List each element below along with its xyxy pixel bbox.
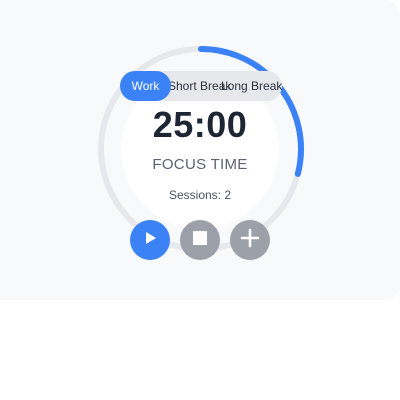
add-session-button[interactable]: [230, 220, 270, 260]
tab-long-break[interactable]: Long Break: [221, 71, 282, 101]
timer-display: 25:00: [152, 104, 248, 145]
stop-button[interactable]: [180, 220, 220, 260]
tab-work[interactable]: Work: [120, 71, 171, 101]
play-button[interactable]: [130, 220, 170, 260]
timer-card: 25:00 FOCUS TIME Sessions: 2 Short Break…: [0, 0, 400, 300]
plus-icon: [240, 228, 260, 253]
sessions-count: Sessions: 2: [168, 188, 232, 202]
stop-icon: [193, 230, 207, 250]
mode-label: FOCUS TIME: [152, 156, 248, 173]
play-icon: [142, 230, 158, 251]
mode-tabs: Short Break Long Break Work: [120, 71, 282, 101]
